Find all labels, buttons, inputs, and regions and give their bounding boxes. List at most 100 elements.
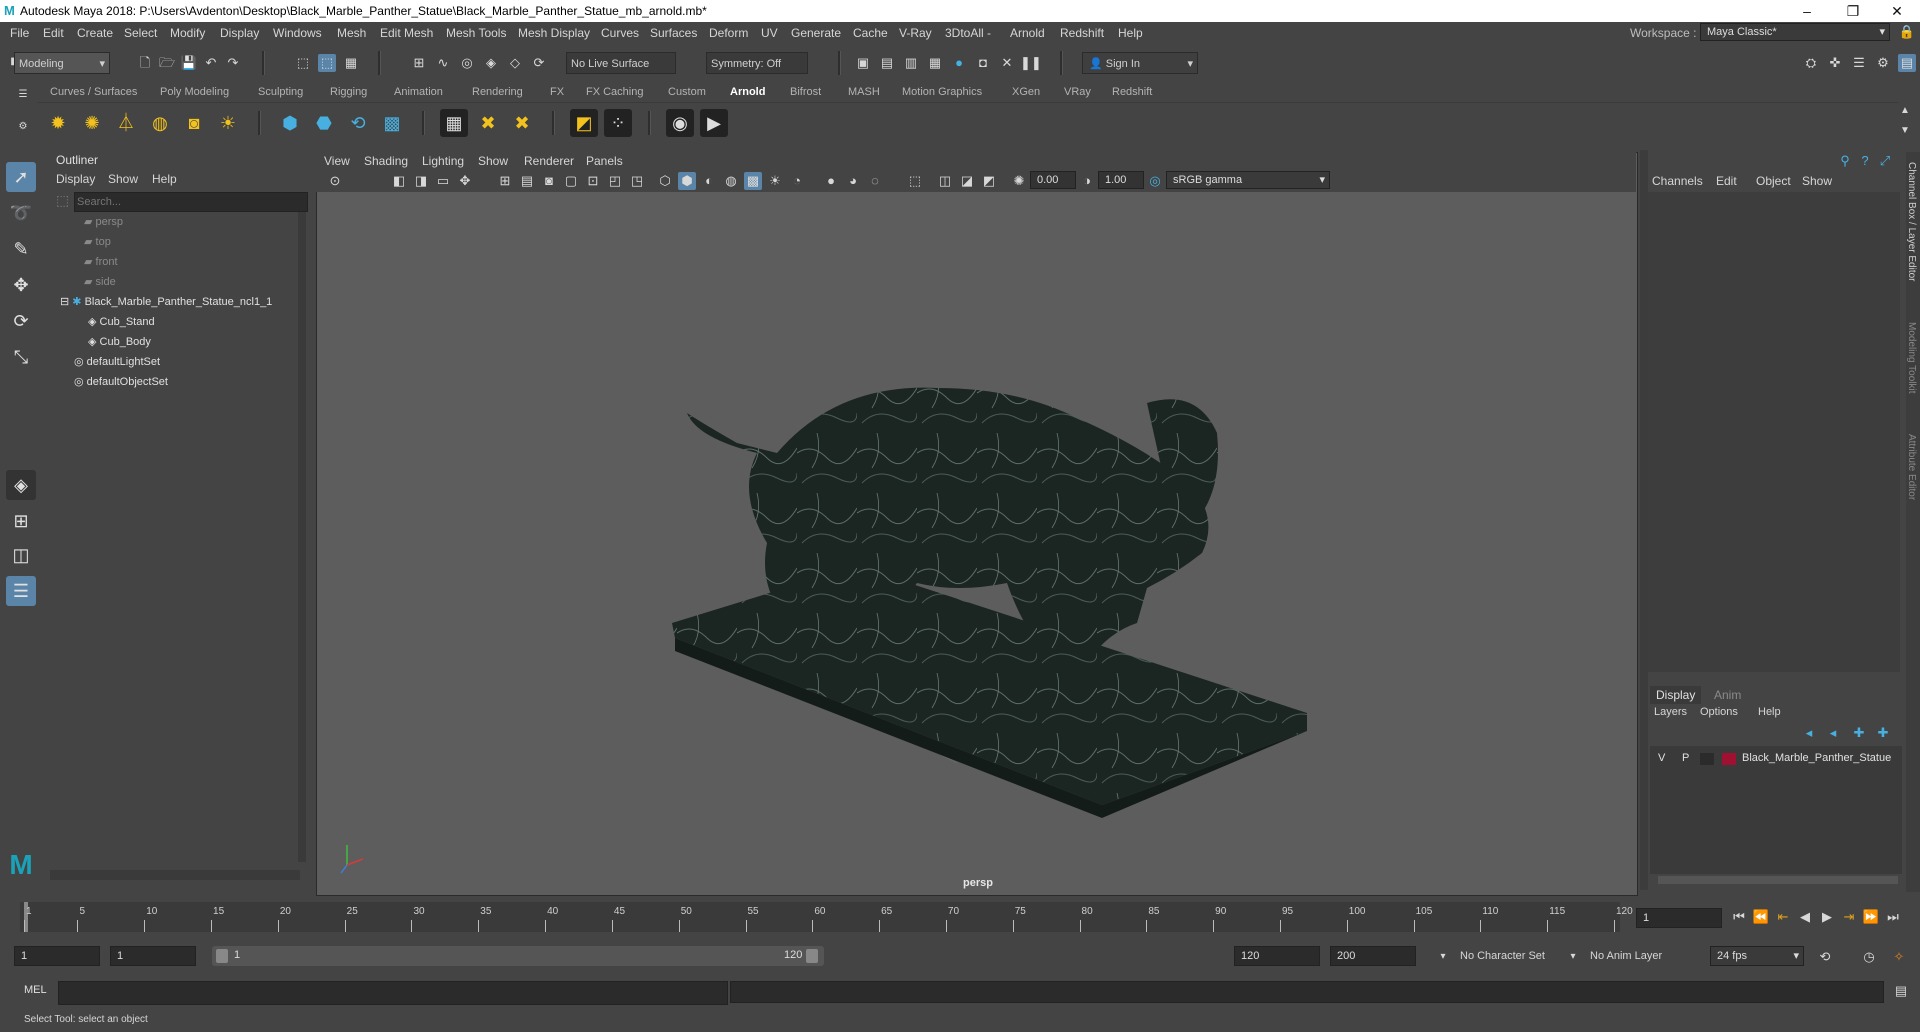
play-backwards-icon[interactable]: ◀ [1796, 908, 1814, 926]
image-plane-icon[interactable]: ▭ [434, 172, 452, 190]
gamma-field[interactable]: 1.00 [1098, 171, 1144, 189]
chevron-down-icon[interactable]: ▾ [1434, 948, 1452, 966]
layer-visibility-toggle[interactable]: V [1658, 752, 1665, 764]
shelf-tab-rendering[interactable]: Rendering [472, 86, 523, 98]
shadows-icon[interactable]: ☀ [766, 172, 784, 190]
playback-start-field[interactable]: 1 [110, 946, 196, 966]
render-settings-icon[interactable]: ▦ [926, 54, 944, 72]
help-toggle-icon[interactable]: ? [1856, 152, 1874, 170]
snap-grid-icon[interactable]: ⊞ [410, 54, 428, 72]
shelf-tab-vray[interactable]: VRay [1064, 86, 1091, 98]
outliner-item-side[interactable]: ▰ side [54, 272, 332, 292]
safe-title-icon[interactable]: ◳ [628, 172, 646, 190]
menu-deform[interactable]: Deform [709, 26, 748, 40]
layer-tab-anim[interactable]: Anim [1714, 688, 1741, 702]
range-start-handle[interactable] [216, 949, 228, 963]
render-sequence-icon[interactable]: ▤ [878, 54, 896, 72]
menu-3dtoall[interactable]: 3DtoAll - [945, 26, 991, 40]
resolution-gate-icon[interactable]: ◙ [540, 172, 558, 190]
anti-aliasing-icon[interactable]: ◕ [844, 172, 862, 190]
layer-reference-toggle[interactable] [1700, 753, 1714, 765]
area-light-icon[interactable]: ✹ [44, 109, 72, 137]
script-editor-icon[interactable]: ▤ [1892, 982, 1910, 1000]
create-volume-icon[interactable]: ▩ [378, 109, 406, 137]
menu-redshift[interactable]: Redshift [1060, 26, 1104, 40]
snap-curve-icon[interactable]: ∿ [434, 54, 452, 72]
options-menu[interactable]: Options [1700, 706, 1738, 718]
smooth-shade-icon[interactable]: ⬢ [678, 172, 696, 190]
menu-cache[interactable]: Cache [853, 26, 888, 40]
shelf-scroll-up-icon[interactable]: ▲ [1896, 102, 1914, 120]
menu-vray[interactable]: V-Ray [899, 26, 932, 40]
play-forwards-icon[interactable]: ▶ [1818, 908, 1836, 926]
lasso-tool-icon[interactable]: ➰ [6, 198, 36, 228]
channels-menu[interactable]: Channels [1652, 174, 1703, 188]
arnold-render-settings-icon[interactable]: ⁘ [604, 109, 632, 137]
collapse-icon[interactable]: ⊟ [60, 296, 72, 308]
undo-icon[interactable]: ↶ [202, 54, 220, 72]
snap-surface-icon[interactable]: ◇ [506, 54, 524, 72]
layer-tab-display[interactable]: Display [1650, 686, 1702, 704]
screen-space-ao-icon[interactable]: ◔ [788, 172, 806, 190]
move-tool-icon[interactable]: ✥ [6, 270, 36, 300]
layer-color-swatch[interactable] [1722, 753, 1736, 765]
shelf-tab-custom[interactable]: Custom [668, 86, 706, 98]
new-scene-icon[interactable]: 🗋 [136, 54, 154, 72]
render-frame-icon[interactable]: ▣ [854, 54, 872, 72]
menu-mesh[interactable]: Mesh [337, 26, 366, 40]
live-surface-field[interactable]: No Live Surface [566, 52, 676, 74]
move-layer-up-icon[interactable]: ◂ [1800, 724, 1818, 742]
shelf-menu-icon[interactable]: ☰ [14, 86, 32, 104]
textured-icon[interactable]: ◍ [722, 172, 740, 190]
xray-joints-icon[interactable]: ◪ [958, 172, 976, 190]
save-scene-icon[interactable]: 💾 [180, 54, 198, 72]
minimize-button[interactable]: – [1784, 0, 1830, 22]
viewport-menu-show[interactable]: Show [478, 154, 508, 168]
select-by-component-icon[interactable]: ▦ [342, 54, 360, 72]
character-set-dropdown[interactable]: No Character Set [1460, 950, 1545, 962]
mode-dropdown[interactable]: Modeling ▾ [14, 52, 110, 74]
persp-outliner-icon[interactable]: ◫ [6, 540, 36, 570]
show-menu[interactable]: Show [1802, 174, 1832, 188]
loop-icon[interactable]: ⟲ [1816, 948, 1834, 966]
single-perspective-view-icon[interactable]: ◈ [6, 470, 36, 500]
menu-edit-mesh[interactable]: Edit Mesh [380, 26, 433, 40]
gate-mask-icon[interactable]: ▢ [562, 172, 580, 190]
menu-create[interactable]: Create [77, 26, 113, 40]
outliner-horizontal-scrollbar[interactable] [50, 870, 300, 880]
filter-icon[interactable]: ⬚ [56, 192, 69, 209]
menu-uv[interactable]: UV [761, 26, 778, 40]
paint-select-tool-icon[interactable]: ✎ [6, 234, 36, 264]
scale-tool-icon[interactable]: ⤡ [6, 342, 36, 372]
shelf-tab-mash[interactable]: MASH [848, 86, 880, 98]
current-frame-field[interactable]: 1 [1636, 908, 1722, 928]
xray-icon[interactable]: ◫ [936, 172, 954, 190]
hypershade-icon[interactable]: ● [950, 54, 968, 72]
object-menu[interactable]: Object [1756, 174, 1791, 188]
menu-edit[interactable]: Edit [43, 26, 64, 40]
physical-sky-icon[interactable]: ☀ [214, 109, 242, 137]
light-manager-icon[interactable]: ✖ [508, 109, 536, 137]
fps-dropdown[interactable]: 24 fps ▾ [1710, 946, 1804, 966]
new-layer-selected-icon[interactable]: ✚ [1874, 724, 1892, 742]
range-bar[interactable]: 1 120 [212, 946, 824, 966]
playback-end-field[interactable]: 120 [1234, 946, 1320, 966]
ipr-render-icon[interactable]: ▥ [902, 54, 920, 72]
skydome-light-icon[interactable]: ◍ [146, 109, 174, 137]
photometric-light-icon[interactable]: ⏃ [112, 109, 140, 137]
shelf-tab-rigging[interactable]: Rigging [330, 86, 367, 98]
viewport-menu-panels[interactable]: Panels [586, 154, 623, 168]
symmetry-dropdown[interactable]: Symmetry: Off [706, 52, 808, 74]
go-to-end-icon[interactable]: ⏭ [1884, 908, 1902, 926]
wireframe-icon[interactable]: ⬡ [656, 172, 674, 190]
grid-toggle-icon[interactable]: ⊞ [496, 172, 514, 190]
menu-select[interactable]: Select [124, 26, 157, 40]
outliner-item-group[interactable]: ⊟ ✱ Black_Marble_Panther_Statue_ncl1_1 [54, 292, 308, 312]
snap-point-icon[interactable]: ◎ [458, 54, 476, 72]
layer-row[interactable]: V P Black_Marble_Panther_Statue [1650, 750, 1902, 768]
ipr-play-icon[interactable]: ▶ [700, 109, 728, 137]
arnold-rendertime-icon[interactable]: ◩ [570, 109, 598, 137]
render-view-icon[interactable]: ◘ [974, 54, 992, 72]
anim-layer-dropdown[interactable]: No Anim Layer [1590, 950, 1662, 962]
shelf-settings-icon[interactable]: ⚙ [14, 118, 32, 136]
